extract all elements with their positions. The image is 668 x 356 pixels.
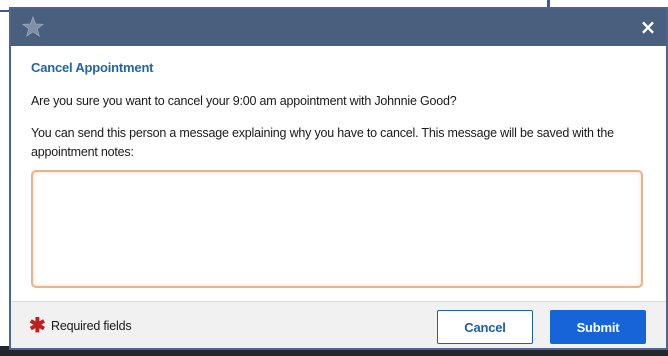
dialog-heading: Cancel Appointment <box>31 60 154 75</box>
dialog-title-bar: × <box>11 9 666 46</box>
close-icon[interactable]: × <box>638 17 658 37</box>
asterisk-icon: ✱ <box>29 315 46 337</box>
star-logo-icon <box>21 15 45 39</box>
message-instructions: You can send this person a message expla… <box>31 126 614 159</box>
required-fields-note: Required fields <box>51 319 132 333</box>
dialog-footer: ✱ Required fields Cancel Submit <box>11 301 666 348</box>
cancel-button[interactable]: Cancel <box>437 310 533 344</box>
confirmation-prompt: Are you sure you want to cancel your 9:0… <box>31 94 457 108</box>
cancel-appointment-dialog: × Cancel Appointment Are you sure you wa… <box>9 7 668 350</box>
cancellation-message-field[interactable] <box>31 170 643 288</box>
submit-button[interactable]: Submit <box>550 310 646 344</box>
